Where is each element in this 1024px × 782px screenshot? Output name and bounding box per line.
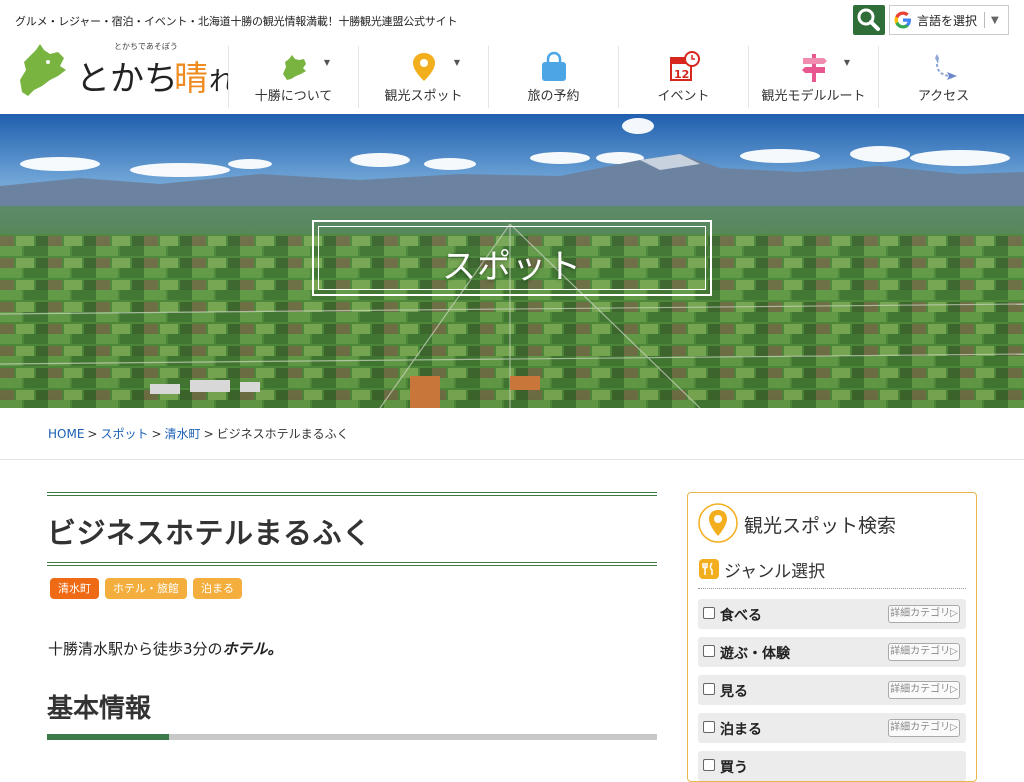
detail-category-button[interactable]: 詳細カテゴリ▷ [888, 643, 960, 661]
genre-row-see[interactable]: 見る 詳細カテゴリ▷ [698, 675, 966, 705]
genre-label: 泊まる [720, 722, 762, 738]
hero-title: スポット [442, 247, 582, 287]
nav-label: 観光モデルルート [761, 89, 866, 104]
breadcrumb-current: ビジネスホテルまるふく [216, 427, 349, 441]
language-select[interactable]: 言語を選択 ▼ [889, 5, 1009, 35]
svg-text:12: 12 [674, 68, 689, 81]
breadcrumb-town-link[interactable]: 清水町 [165, 427, 201, 441]
tag-town[interactable]: 清水町 [50, 578, 99, 599]
detail-category-button[interactable]: 詳細カテゴリ▷ [888, 681, 960, 699]
divider [698, 588, 966, 589]
genre-row-stay[interactable]: 泊まる 詳細カテゴリ▷ [698, 713, 966, 743]
logo-text-2: 晴 [174, 59, 208, 99]
signpost-icon [801, 54, 827, 82]
nav-label: 旅の予約 [527, 89, 580, 104]
nav-model-routes[interactable]: ▼ 観光モデルルート [748, 46, 878, 108]
nav-about-tokachi[interactable]: ▼ 十勝について [228, 46, 358, 108]
plane-icon [934, 54, 957, 80]
nav-label: アクセス [917, 89, 970, 104]
calendar-icon: 12 [669, 51, 700, 81]
section-title-basic-info: 基本情報 [47, 694, 152, 724]
genre-checkbox[interactable] [703, 759, 715, 771]
divider [984, 12, 986, 28]
genre-label: 食べる [720, 608, 762, 624]
breadcrumb-separator: > [151, 427, 162, 441]
genre-label: 遊ぶ・体験 [720, 646, 790, 662]
search-button[interactable] [853, 5, 885, 35]
genre-checkbox[interactable] [703, 645, 715, 657]
nav-sightseeing-spots[interactable]: ▼ 観光スポット [358, 46, 488, 108]
tag-hotel-ryokan[interactable]: ホテル・旅館 [105, 578, 187, 599]
genre-row-play[interactable]: 遊ぶ・体験 詳細カテゴリ▷ [698, 637, 966, 667]
fork-knife-icon [699, 559, 719, 579]
nav-events[interactable]: 12 イベント [618, 46, 748, 108]
genre-row-buy[interactable]: 買う [698, 751, 966, 781]
description-emphasis: ホテル。 [222, 640, 283, 658]
logo-mark: とかちであそぼう とかち 晴 れ [20, 42, 235, 99]
breadcrumb-spot-link[interactable]: スポット [100, 427, 148, 441]
logo-text-3: れ [209, 67, 229, 97]
shopping-bag-icon [541, 51, 566, 81]
logo-subtitle: とかちであそぼう [114, 42, 178, 51]
genre-checkbox[interactable] [703, 721, 715, 733]
breadcrumb-separator: > [203, 427, 214, 441]
genre-checkbox[interactable] [703, 607, 715, 619]
genre-row-eat[interactable]: 食べる 詳細カテゴリ▷ [698, 599, 966, 629]
search-icon [857, 8, 880, 31]
nav-travel-booking[interactable]: 旅の予約 [488, 46, 618, 108]
detail-category-button[interactable]: 詳細カテゴリ▷ [888, 605, 960, 623]
chevron-down-icon: ▼ [843, 58, 850, 67]
hero-banner: スポット [0, 114, 1024, 408]
spot-description: 十勝清水駅から徒歩3分のホテル。 [48, 638, 283, 659]
section-underline-accent [47, 734, 169, 740]
category-tags: 清水町 ホテル・旅館 泊まる [50, 578, 242, 599]
breadcrumb-divider [0, 459, 1024, 460]
logo-text-1: とかち [76, 59, 178, 99]
title-rule-bottom [47, 562, 657, 566]
page-title: ビジネスホテルまるふく [47, 516, 372, 550]
genre-checkbox[interactable] [703, 683, 715, 695]
hokkaido-map-icon [282, 55, 306, 80]
global-nav: ▼ 十勝について ▼ 観光スポット 旅の予約 12 イベント ▼ 観光モデルルー… [228, 46, 1008, 108]
genre-select-title: ジャンル選択 [724, 562, 826, 582]
detail-category-button[interactable]: 詳細カテゴリ▷ [888, 719, 960, 737]
breadcrumb: HOME > スポット > 清水町 > ビジネスホテルまるふく [48, 425, 349, 442]
genre-label: 買う [720, 760, 748, 776]
site-tagline: グルメ・レジャー・宿泊・イベント・北海道十勝の観光情報満載！十勝観光連盟公式サイ… [15, 15, 458, 28]
google-icon [894, 11, 911, 29]
breadcrumb-home-link[interactable]: HOME [48, 427, 84, 441]
language-select-label: 言語を選択 [917, 13, 978, 28]
section-underline [47, 734, 657, 740]
nav-label: イベント [657, 89, 710, 104]
tag-stay[interactable]: 泊まる [193, 578, 242, 599]
description-text: 十勝清水駅から徒歩3分の [48, 640, 223, 658]
nav-label: 十勝について [254, 89, 333, 104]
map-pin-icon [698, 503, 738, 543]
title-rule-top [47, 492, 657, 496]
nav-access[interactable]: アクセス [878, 46, 1008, 108]
site-logo[interactable]: とかちであそぼう とかち 晴 れ [14, 40, 235, 100]
hero-title-frame: スポット [312, 220, 712, 296]
spot-search-panel: 観光スポット検索 ジャンル選択 食べる 詳細カテゴリ▷ 遊ぶ・体験 詳細カテゴリ… [687, 492, 977, 782]
nav-label: 観光スポット [384, 89, 463, 104]
genre-label: 見る [720, 684, 748, 700]
spot-search-title: 観光スポット検索 [744, 515, 897, 537]
map-pin-icon [412, 53, 435, 81]
chevron-down-icon: ▼ [991, 14, 999, 26]
top-bar: グルメ・レジャー・宿泊・イベント・北海道十勝の観光情報満載！十勝観光連盟公式サイ… [0, 0, 1024, 42]
chevron-down-icon: ▼ [453, 58, 460, 67]
breadcrumb-separator: > [87, 427, 98, 441]
chevron-down-icon: ▼ [323, 58, 330, 67]
